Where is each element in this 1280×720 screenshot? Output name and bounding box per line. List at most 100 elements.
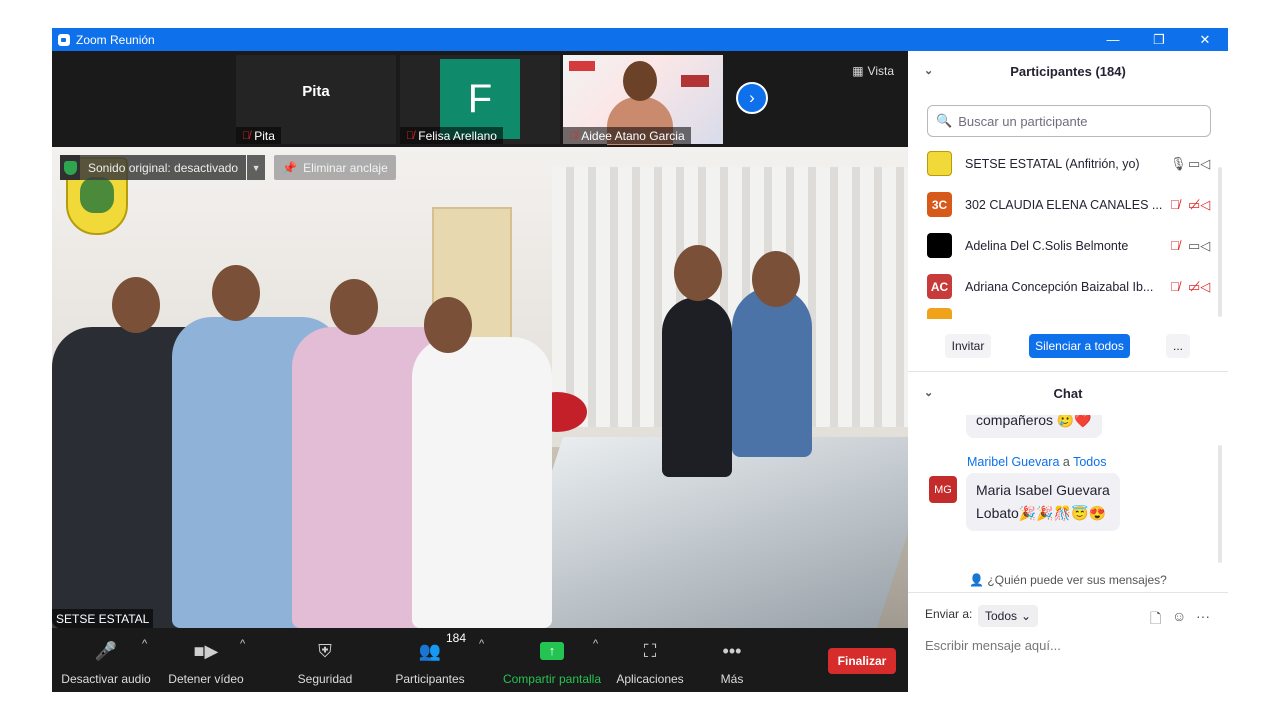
- chat-title: Chat: [1053, 385, 1083, 401]
- participant-search-input[interactable]: 🔍 Buscar un participante: [927, 105, 1211, 137]
- who-can-see-messages-link[interactable]: 👤 ¿Quién puede ver sus mensajes?: [908, 573, 1228, 587]
- title-bar: Zoom Reunión — ❐ ✕: [52, 28, 1228, 51]
- audio-options-caret-icon[interactable]: ^: [142, 638, 147, 650]
- grid-view-icon: ▦: [852, 64, 864, 78]
- participants-more-button[interactable]: ...: [1166, 334, 1190, 358]
- mic-muted-icon: 🎙̸: [406, 129, 415, 142]
- video-label: Detener vídeo: [168, 672, 244, 686]
- video-options-caret-icon[interactable]: ^: [240, 638, 245, 650]
- collapse-chevron-icon[interactable]: ⌄: [924, 64, 933, 77]
- tile-name-label: 🎙̸ Pita: [236, 127, 281, 144]
- security-button[interactable]: ⛨ Seguridad: [292, 628, 358, 692]
- send-to-label: Enviar a:: [925, 607, 973, 621]
- video-tile-pita[interactable]: Pita 🎙̸ Pita: [236, 55, 396, 144]
- security-label: Seguridad: [297, 672, 353, 686]
- participant-name: Adriana Concepción Baizabal Ib...: [965, 279, 1154, 294]
- avatar: MG: [929, 476, 957, 503]
- mute-button[interactable]: 🎤 Desactivar audio: [60, 628, 152, 692]
- chat-message-bubble: Maria Isabel Guevara Lobato🎉🎉🎊😇😍: [966, 473, 1120, 531]
- participant-row[interactable]: 3C 302 CLAUDIA ELENA CANALES ... 🎙̸ ▭̸◁: [908, 184, 1220, 225]
- mic-muted-icon[interactable]: 🎙̸: [1170, 238, 1180, 253]
- chevron-down-icon[interactable]: ▼: [247, 155, 266, 180]
- video-strip: Pita 🎙̸ Pita F 🎙̸ Felisa Arellano 🎙̸ Aid…: [52, 51, 908, 147]
- video-camera-icon[interactable]: ▭◁: [1188, 238, 1210, 254]
- video-off-icon[interactable]: ▭̸◁: [1188, 197, 1210, 213]
- shield-icon: ⛨: [318, 640, 332, 661]
- tile-name-label: 🎙̸ Aidee Atano Garcia: [563, 127, 691, 144]
- participants-icon: 👥: [418, 640, 442, 661]
- send-to-dropdown[interactable]: Todos ⌄: [978, 605, 1039, 627]
- view-label: Vista: [867, 64, 894, 78]
- avatar: [927, 233, 952, 258]
- close-button[interactable]: ✕: [1182, 28, 1228, 51]
- share-screen-button[interactable]: ↑ Compartir pantalla: [500, 628, 604, 692]
- unpin-label: Eliminar anclaje: [303, 160, 388, 175]
- tile-name-text: Aidee Atano Garcia: [581, 128, 685, 143]
- chat-scrollbar[interactable]: [1218, 445, 1222, 563]
- view-button[interactable]: ▦ Vista: [846, 61, 900, 81]
- participant-row[interactable]: SETSE ESTATAL (Anfitrión, yo) 🎙 ▭◁: [908, 143, 1220, 184]
- more-dots-icon: •••: [722, 640, 742, 661]
- stop-video-button[interactable]: ■▶ Detener vídeo: [164, 628, 248, 692]
- video-camera-icon: ■▶: [193, 640, 219, 661]
- invite-button[interactable]: Invitar: [945, 334, 991, 358]
- apps-button[interactable]: ⛶ Aplicaciones: [614, 628, 686, 692]
- minimize-button[interactable]: —: [1090, 28, 1136, 51]
- apps-icon: ⛶: [643, 640, 657, 661]
- window-title: Zoom Reunión: [76, 32, 155, 47]
- participants-header: ⌄ Participantes (184): [908, 51, 1228, 91]
- unpin-button[interactable]: 📌 Eliminar anclaje: [274, 155, 396, 180]
- encryption-shield-icon: [60, 155, 80, 180]
- restore-button[interactable]: ❐: [1136, 28, 1182, 51]
- collapse-chevron-icon[interactable]: ⌄: [924, 386, 933, 399]
- tile-name-text: Felisa Arellano: [418, 128, 497, 143]
- tile-name-label: 🎙̸ Felisa Arellano: [400, 127, 503, 144]
- participant-name: Adelina Del C.Solis Belmonte: [965, 238, 1129, 253]
- mic-muted-icon[interactable]: 🎙̸: [1170, 197, 1180, 212]
- pin-icon: 📌: [282, 160, 298, 175]
- file-icon[interactable]: 🗋: [1150, 608, 1161, 632]
- people-icon: 👤: [969, 573, 985, 587]
- next-page-arrow-icon[interactable]: ›: [736, 82, 768, 114]
- share-label: Compartir pantalla: [502, 672, 602, 686]
- search-icon: 🔍: [936, 113, 953, 128]
- more-dots-icon[interactable]: ···: [1196, 608, 1210, 624]
- chat-messages: compañeros 🥲❤️ Maribel Guevara a Todos M…: [908, 415, 1220, 551]
- video-tile-aidee[interactable]: 🎙̸ Aidee Atano Garcia: [563, 55, 723, 145]
- chat-message-input[interactable]: Escribir mensaje aquí...: [925, 638, 1061, 653]
- participant-name: 302 CLAUDIA ELENA CANALES ...: [965, 197, 1163, 212]
- participant-row[interactable]: Adelina Del C.Solis Belmonte 🎙̸ ▭◁: [908, 225, 1220, 266]
- avatar: AC: [927, 274, 952, 299]
- side-panel: ⌄ Participantes (184) 🔍 Buscar un partic…: [908, 51, 1228, 692]
- original-sound-toggle[interactable]: Sonido original: desactivado: [80, 155, 247, 180]
- mic-muted-icon: 🎙̸: [242, 129, 251, 142]
- avatar: [927, 151, 952, 176]
- share-options-caret-icon[interactable]: ^: [593, 638, 598, 650]
- mute-all-button[interactable]: Silenciar a todos: [1029, 334, 1130, 358]
- mic-muted-icon[interactable]: 🎙̸: [1170, 279, 1180, 294]
- participants-title: Participantes (184): [1010, 63, 1126, 79]
- message-sender: Maribel Guevara a Todos: [967, 455, 1106, 469]
- zoom-app-icon: [58, 33, 70, 46]
- send-to-value: Todos: [985, 609, 1018, 623]
- participant-list-scrollbar[interactable]: [1218, 167, 1222, 317]
- more-button[interactable]: ••• Más: [712, 628, 752, 692]
- participant-name: SETSE ESTATAL (Anfitrión, yo): [965, 156, 1140, 171]
- meeting-toolbar: 🎤 Desactivar audio ^ ■▶ Detener vídeo ^ …: [52, 628, 908, 692]
- recipient-name: Todos: [1073, 455, 1107, 469]
- microphone-icon: 🎤: [94, 640, 118, 661]
- video-camera-icon[interactable]: ▭◁: [1188, 156, 1210, 172]
- participant-row[interactable]: AC Adriana Concepción Baizabal Ib... 🎙̸ …: [908, 266, 1220, 307]
- emoji-icon[interactable]: ☺: [1172, 608, 1186, 624]
- search-placeholder: Buscar un participante: [958, 113, 1088, 129]
- more-label: Más: [720, 672, 744, 686]
- microphone-icon[interactable]: 🎙: [1170, 156, 1187, 172]
- end-meeting-button[interactable]: Finalizar: [828, 648, 896, 674]
- share-screen-icon: ↑: [540, 638, 564, 664]
- participant-list: SETSE ESTATAL (Anfitrión, yo) 🎙 ▭◁ 3C 30…: [908, 143, 1220, 319]
- participants-options-caret-icon[interactable]: ^: [479, 638, 484, 650]
- video-off-icon[interactable]: ▭̸◁: [1188, 279, 1210, 295]
- speaker-name-label: SETSE ESTATAL: [52, 609, 154, 628]
- apps-label: Aplicaciones: [616, 672, 684, 686]
- video-tile-felisa[interactable]: F 🎙̸ Felisa Arellano: [400, 55, 560, 144]
